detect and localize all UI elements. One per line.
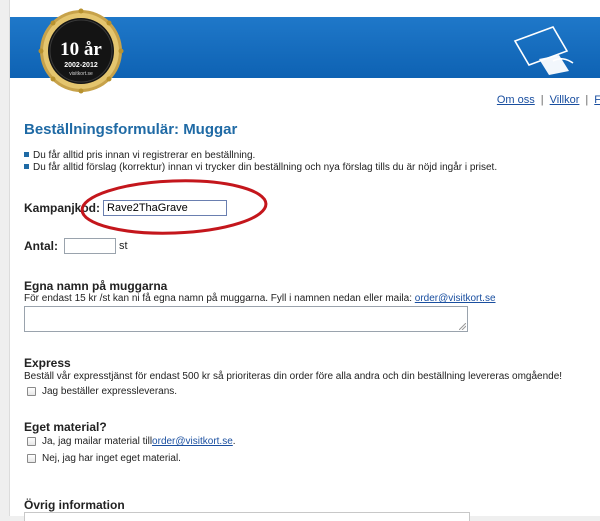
- separator: |: [585, 94, 589, 106]
- bullet-text: Du får alltid förslag (korrektur) innan …: [33, 161, 498, 173]
- bullet-text: Du får alltid pris innan vi registrerar …: [33, 150, 256, 161]
- antal-unit: st: [119, 240, 128, 252]
- material-yes-checkbox[interactable]: [27, 437, 36, 446]
- link-f[interactable]: F: [594, 94, 600, 106]
- antal-label: Antal:: [24, 239, 58, 253]
- info-bullets: Du får alltid pris innan vi registrerar …: [24, 150, 497, 173]
- names-text: För endast 15 kr /st kan ni få egna namn…: [24, 293, 496, 304]
- material-no-checkbox[interactable]: [27, 454, 36, 463]
- link-om-oss[interactable]: Om oss: [497, 94, 535, 106]
- top-links: Om oss | Villkor | F: [497, 94, 600, 106]
- material-heading: Eget material?: [24, 420, 107, 434]
- material-email-link[interactable]: order@visitkort.se: [152, 436, 233, 447]
- kampanjkod-input[interactable]: [103, 200, 228, 216]
- kampanjkod-label: Kampanjkod:: [24, 201, 101, 215]
- bullet-square-icon: [24, 163, 29, 169]
- names-heading: Egna namn på muggarna: [24, 279, 168, 293]
- badge-site-text: visitkort.se: [69, 71, 93, 77]
- page: 10 år 2002-2012 visitkort.se Om oss | Vill…: [9, 0, 600, 521]
- page-title: Beställningsformulär: Muggar: [24, 121, 238, 138]
- bullet-item: Du får alltid pris innan vi registrerar …: [24, 150, 497, 162]
- express-checkbox[interactable]: [27, 387, 36, 396]
- bullet-square-icon: [24, 152, 29, 157]
- badge-years-text: 2002-2012: [64, 62, 98, 69]
- anniversary-badge-icon: 10 år 2002-2012 visitkort.se: [38, 8, 124, 94]
- names-textarea[interactable]: [24, 306, 468, 332]
- antal-input[interactable]: [64, 238, 116, 254]
- express-heading: Express: [24, 356, 71, 370]
- material-yes-prefix: Ja, jag mailar material till: [42, 436, 153, 447]
- business-card-icon: [513, 26, 574, 75]
- other-info-heading: Övrig information: [24, 498, 125, 512]
- express-text: Beställ vår expresstjänst för endast 500…: [24, 371, 563, 382]
- material-yes-suffix: .: [232, 436, 236, 447]
- names-description: För endast 15 kr /st kan ni få egna namn…: [24, 293, 415, 304]
- other-info-textarea[interactable]: [24, 512, 470, 521]
- express-option[interactable]: Jag beställer expressleverans.: [27, 386, 177, 397]
- material-no-option[interactable]: Nej, jag har inget eget material.: [27, 453, 181, 464]
- resize-handle-icon[interactable]: [459, 323, 466, 330]
- badge-big-text: 10 år: [60, 39, 102, 60]
- bullet-item: Du får alltid förslag (korrektur) innan …: [24, 162, 497, 174]
- link-villkor[interactable]: Villkor: [550, 94, 580, 106]
- separator: |: [540, 94, 544, 106]
- antal-row: Antal: st: [24, 238, 128, 254]
- express-checkbox-label: Jag beställer expressleverans.: [42, 386, 178, 397]
- kampanjkod-row: Kampanjkod:: [24, 200, 228, 216]
- material-no-label: Nej, jag har inget eget material.: [42, 453, 181, 464]
- names-email-link[interactable]: order@visitkort.se: [415, 293, 496, 304]
- material-yes-option[interactable]: Ja, jag mailar material till order@visit…: [27, 436, 236, 447]
